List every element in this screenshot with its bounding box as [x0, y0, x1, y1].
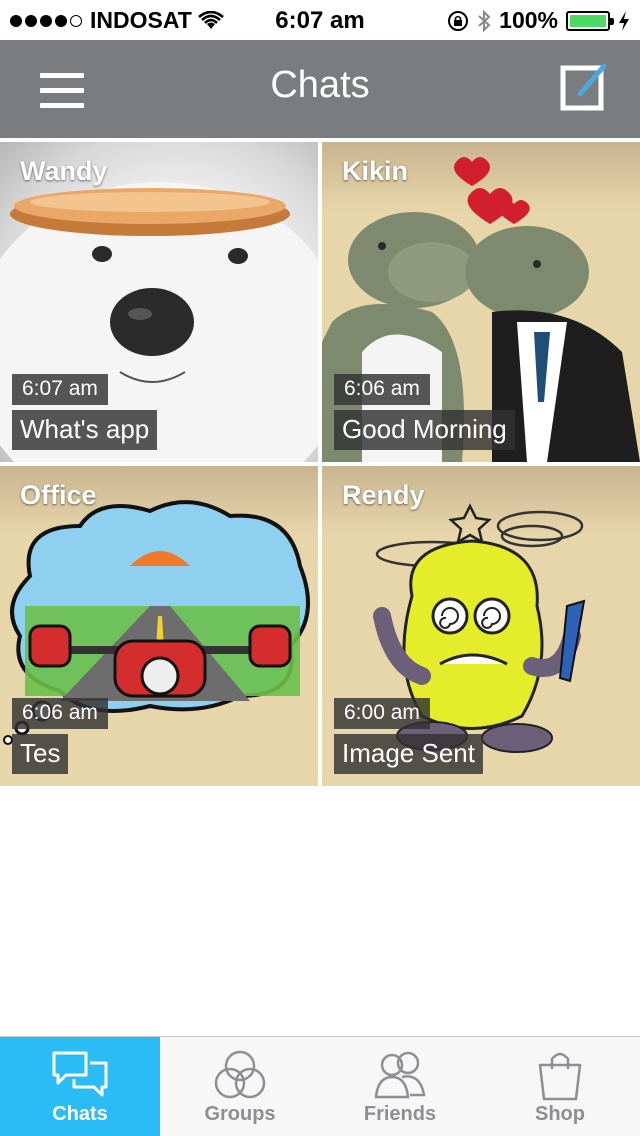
- battery-icon: [566, 10, 614, 31]
- chat-name: Kikin: [342, 156, 409, 186]
- tab-bar: Chats Groups Friends Shop: [0, 1036, 640, 1136]
- status-right: 100%: [447, 7, 630, 34]
- chat-last-message: Good Morning: [334, 410, 515, 450]
- chat-time: 6:00 am: [334, 698, 430, 729]
- charging-icon: [619, 10, 629, 31]
- chat-time: 6:06 am: [334, 374, 430, 405]
- chat-bubbles-icon: [52, 1051, 108, 1097]
- chat-last-message: Image Sent: [334, 734, 483, 774]
- groups-circles-icon: [214, 1050, 266, 1099]
- chat-time: 6:07 am: [12, 374, 108, 405]
- chat-tile-office[interactable]: Office 6:06 am Tes: [0, 466, 318, 786]
- chat-tile-kikin[interactable]: Kikin 6:06 am Good Morning: [322, 142, 640, 462]
- chat-last-message: Tes: [12, 734, 69, 774]
- tab-label: Groups: [204, 1103, 276, 1125]
- chat-name: Wandy: [20, 156, 108, 186]
- orientation-lock-icon: [448, 10, 469, 31]
- tab-label: Friends: [363, 1103, 437, 1125]
- chat-last-message: What's app: [12, 410, 158, 450]
- page-title: Chats: [270, 64, 370, 106]
- status-bar: INDOSAT 6:07 am 100%: [0, 0, 640, 40]
- navigation-bar: Chats: [0, 40, 640, 138]
- chat-tile-wandy[interactable]: Wandy 6:07 am What's app: [0, 142, 318, 462]
- tab-shop[interactable]: Shop: [480, 1037, 640, 1136]
- tab-label: Chats: [52, 1103, 108, 1125]
- chat-name: Office: [20, 480, 97, 510]
- compose-icon[interactable]: [560, 62, 608, 112]
- tab-friends[interactable]: Friends: [320, 1037, 480, 1136]
- chat-name: Rendy: [342, 480, 425, 510]
- chat-tile-rendy[interactable]: Rendy 6:00 am Image Sent: [322, 466, 640, 786]
- chat-time: 6:06 am: [12, 698, 108, 729]
- bluetooth-icon: [478, 9, 491, 32]
- friends-icon: [374, 1051, 426, 1099]
- shopping-bag-icon: [538, 1052, 582, 1101]
- tab-groups[interactable]: Groups: [160, 1037, 320, 1136]
- chat-grid: Wandy 6:07 am What's app Kikin 6:06 am G…: [0, 142, 640, 786]
- tab-chats[interactable]: Chats: [0, 1037, 160, 1136]
- tab-label: Shop: [535, 1103, 585, 1125]
- battery-percent: 100%: [499, 7, 558, 33]
